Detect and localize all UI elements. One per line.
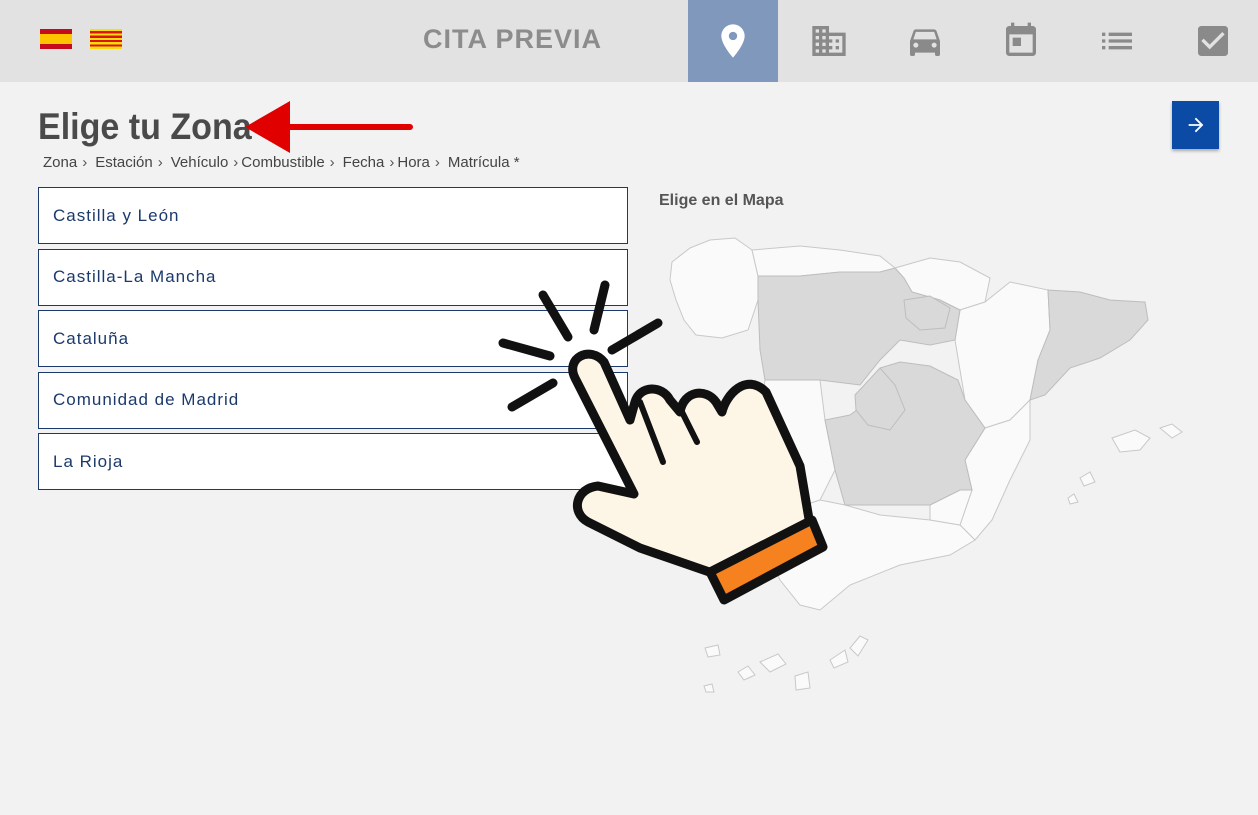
car-icon: [910, 29, 940, 56]
map-label: Elige en el Mapa: [659, 192, 784, 209]
spain-map: [669, 237, 1183, 693]
chevron-right-icon: ›: [157, 154, 163, 171]
breadcrumb: Zona › Estación › Vehículo › Combustible › F…: [43, 154, 525, 171]
app-title: CITA PREVIA: [423, 24, 603, 54]
breadcrumb-vehiculo: Vehículo: [170, 154, 229, 171]
calendar-icon: [1006, 22, 1036, 57]
building-icon: [812, 26, 846, 56]
spain-flag-icon[interactable]: [40, 29, 72, 49]
zone-castilla-y-leon[interactable]: Castilla y León: [38, 187, 628, 244]
page-title: Elige tu Zona: [38, 106, 252, 147]
step-date-button[interactable]: [976, 0, 1066, 82]
chevron-right-icon: ›: [329, 154, 335, 171]
zone-cataluna[interactable]: Cataluña: [38, 310, 628, 367]
zone-castilla-la-mancha[interactable]: Castilla-La Mancha: [38, 248, 628, 306]
step-zone-button[interactable]: [688, 0, 778, 82]
arrow-right-icon: [1188, 117, 1203, 133]
checkbox-icon: [1198, 26, 1228, 56]
zone-la-rioja[interactable]: La Rioja: [38, 433, 628, 490]
red-arrow-icon: [245, 101, 413, 153]
step-summary-button[interactable]: [1072, 0, 1162, 82]
step-confirm-button[interactable]: [1168, 0, 1258, 82]
next-button[interactable]: [1172, 101, 1219, 149]
chevron-right-icon: ›: [233, 154, 239, 171]
chevron-right-icon: ›: [389, 154, 395, 171]
chevron-right-icon: ›: [434, 154, 440, 171]
breadcrumb-matricula: Matrícula *: [447, 154, 520, 171]
breadcrumb-zona: Zona: [43, 154, 78, 171]
catalonia-flag-icon[interactable]: [90, 29, 122, 49]
step-station-button[interactable]: [784, 0, 874, 82]
breadcrumb-combustible: Combustible: [241, 154, 325, 171]
step-vehicle-button[interactable]: [880, 0, 970, 82]
zone-list: Castilla y León Castilla-La Mancha Catal…: [38, 187, 628, 495]
list-icon: [1102, 32, 1132, 50]
breadcrumb-hora: Hora: [397, 154, 430, 171]
breadcrumb-fecha: Fecha: [342, 154, 385, 171]
breadcrumb-estacion: Estación: [95, 154, 153, 171]
map-region-baleares[interactable]: [1111, 429, 1151, 453]
zone-comunidad-de-madrid[interactable]: Comunidad de Madrid: [38, 371, 628, 429]
chevron-right-icon: ›: [82, 154, 88, 171]
map-region-extremadura[interactable]: [759, 379, 836, 511]
location-pin-icon: [721, 24, 745, 58]
top-bar: CITA PREVIA: [0, 0, 1258, 82]
map-region-galicia[interactable]: [669, 237, 759, 339]
